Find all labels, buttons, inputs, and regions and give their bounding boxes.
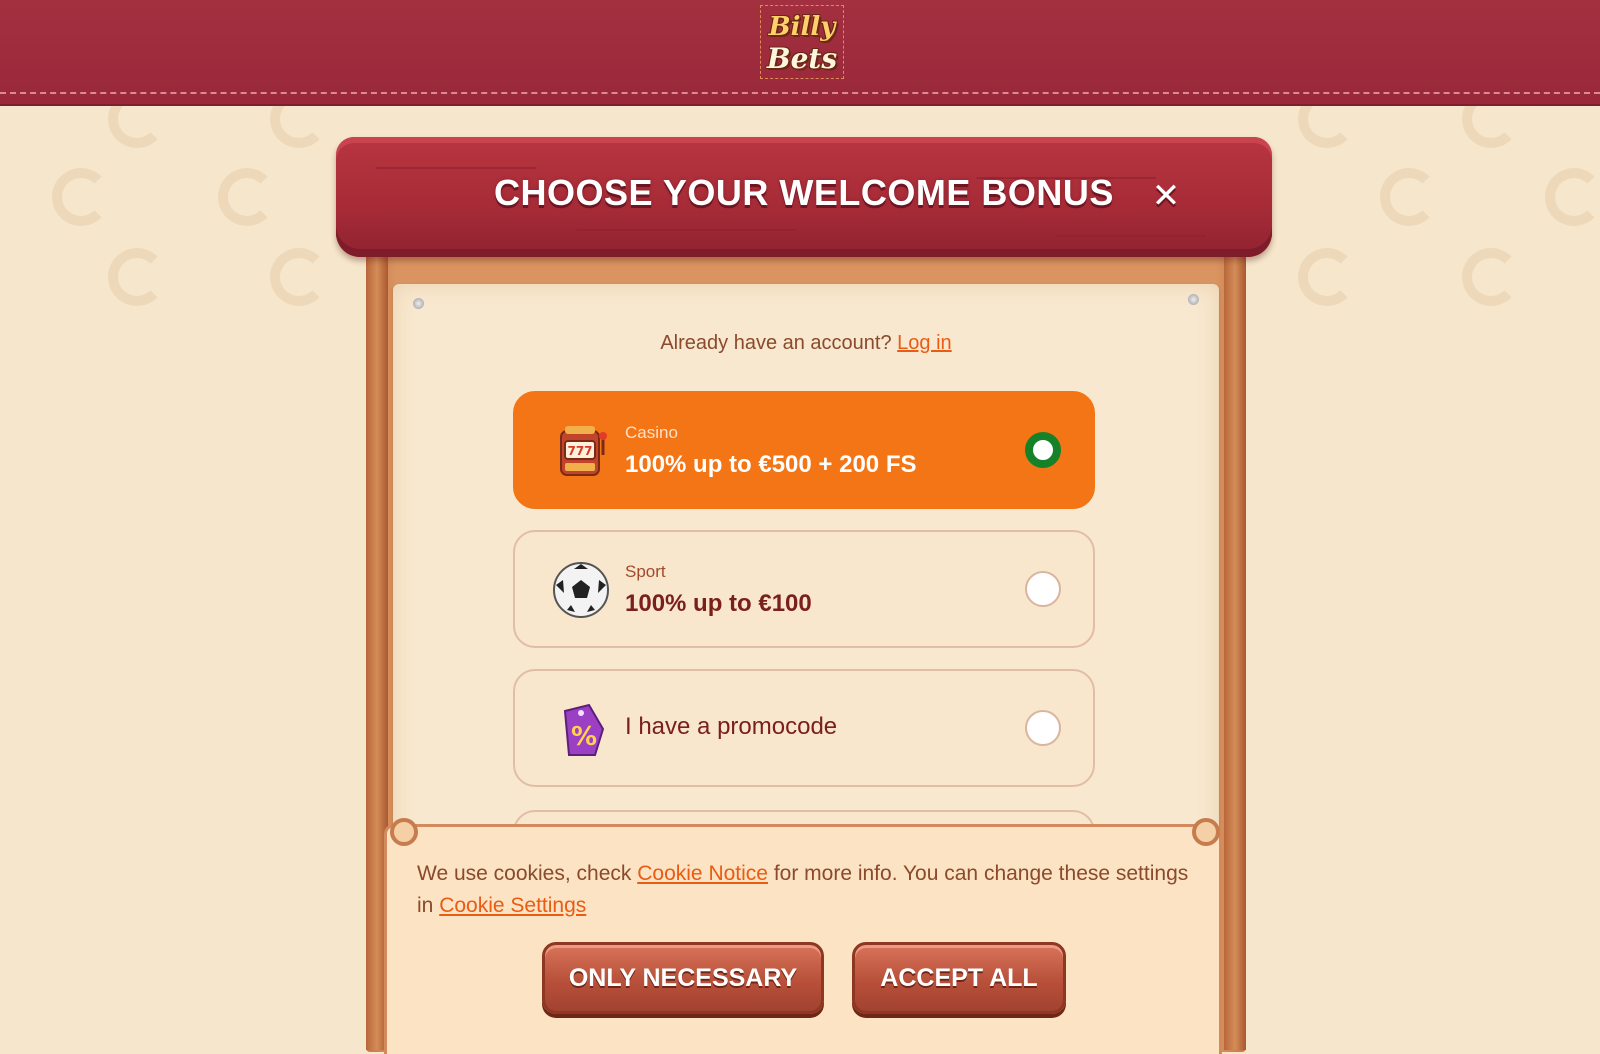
- cookie-notice-link[interactable]: Cookie Notice: [637, 862, 768, 885]
- login-link[interactable]: Log in: [897, 332, 952, 354]
- close-button[interactable]: ✕: [1146, 176, 1186, 216]
- header-stitch: [0, 92, 1600, 94]
- only-necessary-button[interactable]: ONLY NECESSARY: [542, 942, 824, 1014]
- nail-icon: [413, 298, 424, 309]
- option-category: Sport: [625, 562, 666, 581]
- accept-all-button[interactable]: ACCEPT ALL: [852, 942, 1066, 1014]
- close-icon: ✕: [1151, 176, 1181, 216]
- scroll-curl-left-icon: [390, 818, 418, 846]
- cookie-settings-link[interactable]: Cookie Settings: [439, 894, 586, 917]
- already-account-text: Already have an account?: [660, 332, 892, 354]
- logo-line-1: Billy: [768, 12, 836, 42]
- nail-icon: [1188, 294, 1199, 305]
- board-post-right: [1224, 250, 1246, 1050]
- top-header: Billy Bets: [0, 0, 1600, 104]
- svg-text:777: 777: [567, 444, 592, 458]
- already-account-line: Already have an account? Log in: [393, 332, 1219, 355]
- slot-machine-icon: 777: [560, 426, 607, 476]
- radio-unselected[interactable]: [1025, 571, 1061, 607]
- cookie-text-1: We use cookies, check: [417, 862, 632, 885]
- soccer-ball-icon: [553, 562, 609, 618]
- option-amount: 100% up to €500 + 200 FS: [625, 451, 917, 478]
- option-amount: 100% up to €100: [625, 590, 812, 617]
- svg-text:%: %: [571, 722, 597, 752]
- cookie-message: We use cookies, check Cookie Notice for …: [417, 858, 1207, 922]
- percent-tag-icon: %: [563, 703, 605, 756]
- bonus-option-casino[interactable]: 777 Casino 100% up to €500 + 200 FS: [513, 391, 1095, 509]
- radio-unselected[interactable]: [1025, 710, 1061, 746]
- billy-bets-logo[interactable]: Billy Bets: [760, 5, 844, 79]
- option-category: Casino: [625, 423, 678, 442]
- radio-selected[interactable]: [1025, 432, 1061, 468]
- option-label: I have a promocode: [625, 713, 838, 740]
- bonus-option-sport[interactable]: Sport 100% up to €100: [513, 530, 1095, 648]
- modal-title: CHOOSE YOUR WELCOME BONUS: [494, 172, 1114, 213]
- logo-line-2: Bets: [766, 42, 838, 75]
- scroll-curl-right-icon: [1192, 818, 1220, 846]
- bonus-option-promocode[interactable]: % I have a promocode: [513, 669, 1095, 787]
